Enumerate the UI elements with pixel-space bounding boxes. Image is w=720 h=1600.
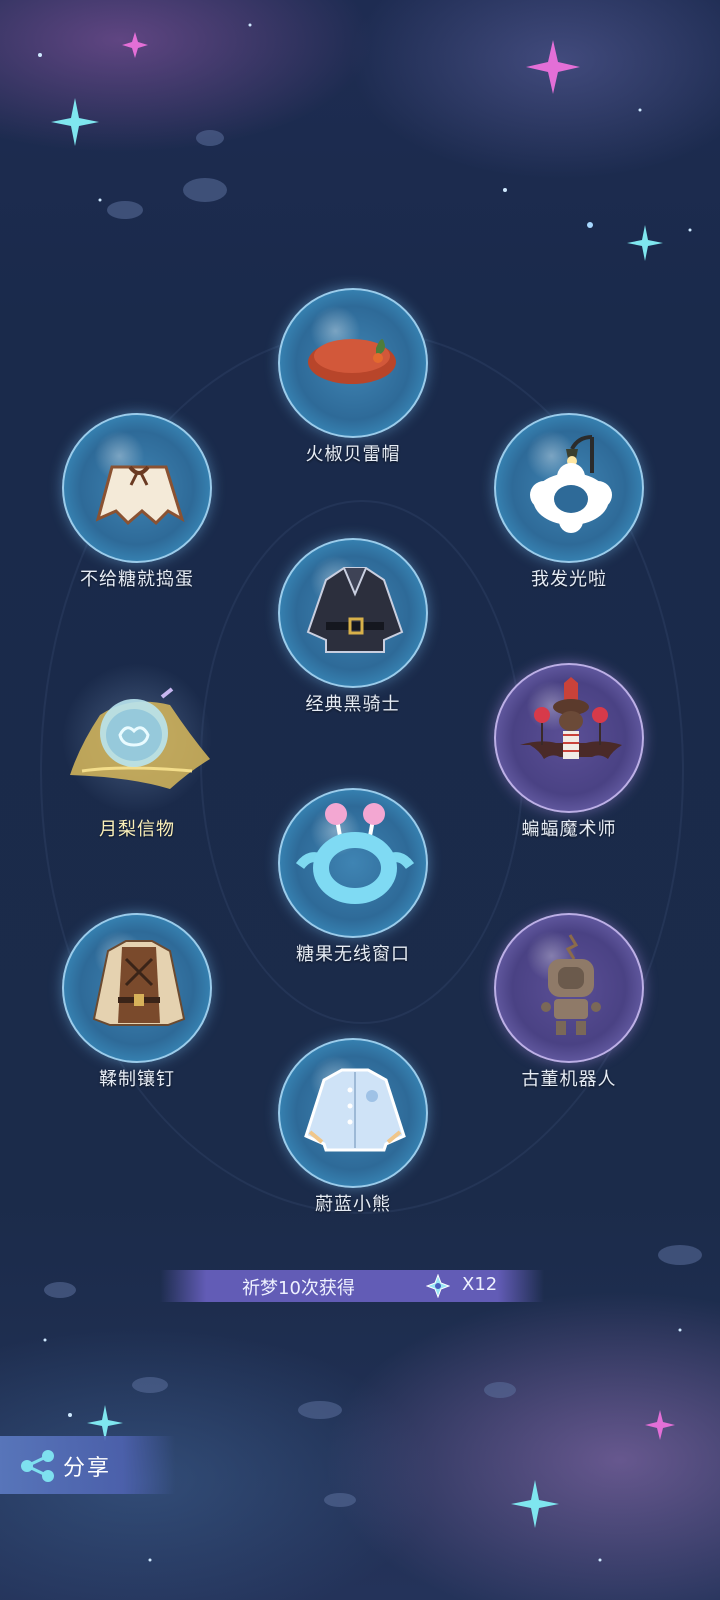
share-button-label: 分享 — [63, 1456, 112, 1481]
item-bubble — [62, 413, 212, 563]
item-slot-hat[interactable]: 火椒贝雷帽 — [278, 288, 428, 468]
share-button[interactable]: 分享 — [0, 1436, 175, 1494]
black-coat-icon — [306, 567, 404, 653]
reward-text: 祈梦10次获得 — [242, 1278, 355, 1299]
item-slot-candy[interactable]: 糖果无线窗口 — [278, 788, 428, 968]
item-slot-glow[interactable]: 我发光啦 — [494, 413, 644, 593]
item-bubble — [62, 913, 212, 1063]
item-slot-bear[interactable]: 蔚蓝小熊 — [278, 1038, 428, 1218]
reward-info-bar: 祈梦10次获得 X12 — [160, 1270, 544, 1302]
item-slot-token[interactable]: 月梨信物 — [62, 663, 212, 843]
item-name-label: 我发光啦 — [531, 569, 607, 590]
share-icon — [21, 1450, 54, 1482]
item-slot-robot[interactable]: 古董机器人 — [494, 913, 644, 1093]
cape-icon — [95, 465, 185, 526]
item-name-label: 蔚蓝小熊 — [315, 1194, 391, 1215]
bat-magician-icon — [520, 677, 622, 759]
pear-token-icon — [70, 687, 210, 789]
item-name-label: 火椒贝雷帽 — [305, 444, 401, 465]
item-name-label: 蝙蝠魔术师 — [521, 819, 617, 840]
reward-count: X12 — [462, 1274, 498, 1295]
candy-frame-icon — [295, 803, 415, 904]
star-crystal-icon — [426, 1274, 450, 1298]
cloud-lamp-icon — [530, 435, 612, 533]
leather-jacket-icon — [92, 940, 186, 1026]
robot-icon — [541, 934, 601, 1035]
item-bubble — [494, 663, 644, 813]
item-bubble — [278, 1038, 428, 1188]
item-name-label: 古董机器人 — [521, 1069, 617, 1090]
item-bubble-highlighted — [62, 663, 212, 813]
item-slot-coat[interactable]: 经典黑骑士 — [278, 538, 428, 718]
item-name-label: 月梨信物 — [99, 819, 175, 840]
item-name-label: 不给糖就捣蛋 — [80, 569, 194, 590]
blue-jacket-icon — [304, 1068, 406, 1152]
item-slot-cape[interactable]: 不给糖就捣蛋 — [62, 413, 212, 593]
item-bubble — [278, 288, 428, 438]
item-name-label: 鞣制镶钉 — [99, 1069, 175, 1090]
item-bubble — [278, 538, 428, 688]
item-name-label: 糖果无线窗口 — [296, 944, 410, 965]
item-bubble — [494, 913, 644, 1063]
dream-wish-screen: 火椒贝雷帽 不给糖就捣蛋 我发光啦 经典黑骑士 月梨信物 蝙蝠魔术师 糖果无线窗… — [0, 0, 720, 1600]
item-bubble — [278, 788, 428, 938]
item-bubble — [494, 413, 644, 563]
item-name-label: 经典黑骑士 — [305, 694, 401, 715]
item-slot-vest[interactable]: 鞣制镶钉 — [62, 913, 212, 1093]
item-slot-bat[interactable]: 蝙蝠魔术师 — [494, 663, 644, 843]
beret-icon — [308, 339, 396, 384]
